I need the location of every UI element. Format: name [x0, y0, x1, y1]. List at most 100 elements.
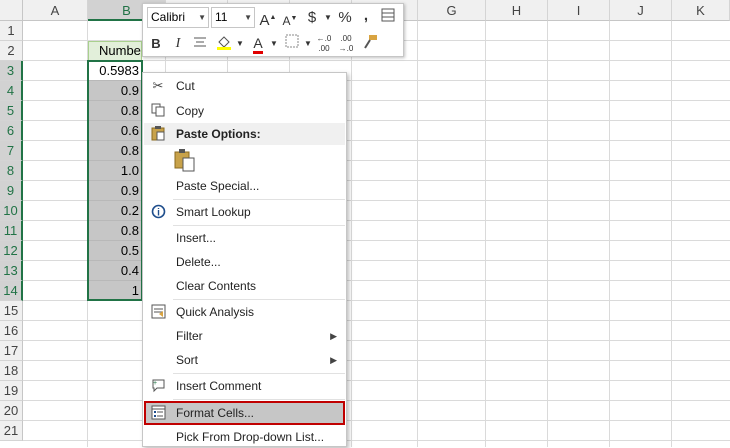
menu-label: Sort: [176, 353, 199, 367]
menu-label: Insert Comment: [176, 379, 262, 393]
menu-item-cut[interactable]: ✂ Cut: [144, 75, 345, 97]
column-header-j[interactable]: J: [610, 0, 672, 21]
grow-font-icon: A: [259, 12, 270, 29]
row-header-20[interactable]: 20: [0, 401, 23, 421]
menu-label: Format Cells...: [176, 406, 255, 420]
decrease-decimal-button[interactable]: .00 →.0: [337, 34, 355, 54]
comma-button[interactable]: ,: [357, 6, 375, 26]
chevron-down-icon[interactable]: ▼: [231, 34, 249, 54]
svg-text:i: i: [157, 208, 160, 219]
row-header-17[interactable]: 17: [0, 341, 23, 361]
row-header-16[interactable]: 16: [0, 321, 23, 341]
row-header-5[interactable]: 5: [0, 101, 23, 121]
chevron-down-icon[interactable]: ▼: [265, 34, 283, 54]
menu-label: Quick Analysis: [176, 305, 255, 319]
column-header-g[interactable]: G: [418, 0, 486, 21]
row-header-6[interactable]: 6: [0, 121, 23, 141]
bold-button[interactable]: B: [147, 34, 165, 54]
cell-b7[interactable]: 0.8: [88, 141, 142, 161]
cell-b5[interactable]: 0.8: [88, 101, 142, 121]
quick-analysis-icon: [150, 304, 166, 320]
font-name-value: Calibri: [151, 10, 186, 24]
chevron-down-icon[interactable]: ▼: [319, 8, 337, 28]
chevron-right-icon: ▶: [330, 331, 337, 341]
menu-item-pick-from-dropdown[interactable]: Pick From Drop-down List...: [144, 426, 345, 448]
chevron-down-icon: ▼: [198, 13, 206, 22]
menu-label: Smart Lookup: [176, 205, 251, 219]
menu-item-format-cells[interactable]: Format Cells...: [144, 401, 345, 425]
cell-b2-header[interactable]: Numbers: [88, 41, 142, 61]
mini-toolbar: Calibri ▼ 11 ▼ A▲ A▼ $ ▼ % , B I ▼ A ▼ ▼…: [142, 3, 404, 57]
cell-b14[interactable]: 1: [88, 281, 142, 301]
percent-button[interactable]: %: [336, 8, 354, 28]
font-name-combo[interactable]: Calibri ▼: [147, 7, 209, 28]
grow-font-button[interactable]: A▲: [259, 8, 277, 29]
column-header-a[interactable]: A: [23, 0, 88, 21]
row-header-7[interactable]: 7: [0, 141, 23, 161]
row-header-15[interactable]: 15: [0, 301, 23, 321]
align-icon: [194, 37, 206, 47]
menu-label: Filter: [176, 329, 203, 343]
cell-b6[interactable]: 0.6: [88, 121, 142, 141]
border-icon: [285, 34, 299, 48]
cell-b9[interactable]: 0.9: [88, 181, 142, 201]
menu-item-copy[interactable]: Copy: [144, 100, 345, 122]
font-size-combo[interactable]: 11 ▼: [211, 7, 255, 28]
row-header-21[interactable]: 21: [0, 421, 23, 441]
cell-b12[interactable]: 0.5: [88, 241, 142, 261]
chevron-right-icon: ▶: [330, 355, 337, 365]
menu-label: Paste Special...: [176, 179, 260, 193]
row-header-2[interactable]: 2: [0, 41, 23, 61]
align-button[interactable]: [191, 34, 209, 54]
context-menu: ✂ Cut Copy Paste Options: Paste Special.…: [142, 72, 347, 447]
row-header-13[interactable]: 13: [0, 261, 23, 281]
row-header-3[interactable]: 3: [0, 61, 23, 81]
shrink-font-button[interactable]: A▼: [281, 9, 299, 29]
menu-item-quick-analysis[interactable]: Quick Analysis: [144, 301, 345, 323]
paste-button[interactable]: [173, 147, 203, 175]
menu-item-filter[interactable]: Filter ▶: [144, 325, 345, 347]
select-all-corner[interactable]: [0, 0, 23, 21]
row-header-12[interactable]: 12: [0, 241, 23, 261]
menu-item-delete[interactable]: Delete...: [144, 251, 345, 273]
menu-item-paste-special[interactable]: Paste Special...: [144, 175, 345, 197]
column-header-k[interactable]: K: [672, 0, 730, 21]
decrease-decimal-icon: .00 →.0: [338, 34, 354, 53]
row-header-8[interactable]: 8: [0, 161, 23, 181]
cell-b11[interactable]: 0.8: [88, 221, 142, 241]
row-header-19[interactable]: 19: [0, 381, 23, 401]
format-painter-button[interactable]: [361, 34, 379, 54]
menu-label: Paste Options:: [176, 127, 261, 141]
chevron-down-icon: ▼: [244, 13, 252, 22]
row-header-9[interactable]: 9: [0, 181, 23, 201]
cell-b13[interactable]: 0.4: [88, 261, 142, 281]
paste-icon: [173, 149, 197, 173]
fill-color-icon: [217, 36, 231, 50]
cell-b4[interactable]: 0.9: [88, 81, 142, 101]
cell-b10[interactable]: 0.2: [88, 201, 142, 221]
row-header-4[interactable]: 4: [0, 81, 23, 101]
row-header-10[interactable]: 10: [0, 201, 23, 221]
cell-b8[interactable]: 1.0: [88, 161, 142, 181]
format-cells-icon: [150, 405, 166, 421]
menu-item-smart-lookup[interactable]: i Smart Lookup: [144, 201, 345, 223]
menu-item-clear-contents[interactable]: Clear Contents: [144, 275, 345, 297]
row-header-14[interactable]: 14: [0, 281, 23, 301]
menu-item-insert-comment[interactable]: + Insert Comment: [144, 375, 345, 397]
increase-decimal-button[interactable]: ←.0.00: [315, 34, 333, 54]
row-header-1[interactable]: 1: [0, 21, 23, 41]
menu-label: Copy: [176, 104, 205, 118]
spreadsheet-grid[interactable]: A B C D E F G H I J K 123456789101112131…: [0, 0, 730, 447]
menu-label: Pick From Drop-down List...: [176, 430, 325, 444]
italic-button[interactable]: I: [169, 34, 187, 54]
row-header-18[interactable]: 18: [0, 361, 23, 381]
format-table-button[interactable]: [379, 8, 397, 28]
comment-icon: +: [150, 378, 166, 394]
row-header-11[interactable]: 11: [0, 221, 23, 241]
menu-item-sort[interactable]: Sort ▶: [144, 349, 345, 371]
menu-item-insert[interactable]: Insert...: [144, 227, 345, 249]
cell-b3[interactable]: 0.5983: [88, 61, 142, 81]
column-header-h[interactable]: H: [486, 0, 548, 21]
column-header-i[interactable]: I: [548, 0, 610, 21]
menu-label: Insert...: [176, 231, 217, 245]
